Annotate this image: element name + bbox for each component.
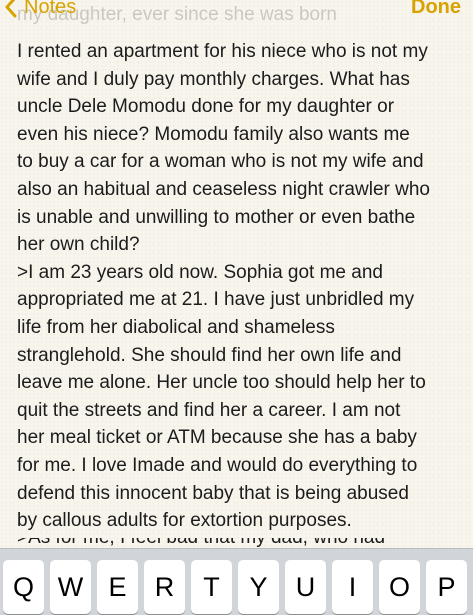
- key-i[interactable]: I: [332, 560, 373, 614]
- note-text-line: even his niece? Momodu family also wants…: [17, 123, 410, 145]
- key-o[interactable]: O: [379, 560, 420, 614]
- note-text-line: to buy a car for a woman who is not my w…: [17, 151, 424, 173]
- keyboard-row-top: QWERTYUIOP: [3, 560, 473, 614]
- done-button[interactable]: Done: [411, 0, 461, 20]
- key-p[interactable]: P: [426, 560, 467, 614]
- note-text-line: appropriated me at 21. I have just unbri…: [17, 289, 415, 311]
- note-text-line: uncle Dele Momodu done for my daughter o…: [17, 96, 395, 118]
- note-text-line: her own child?: [17, 234, 140, 256]
- chevron-left-icon: [5, 0, 17, 18]
- key-w[interactable]: W: [50, 560, 91, 614]
- note-text-line: leave me alone. Her uncle too should hel…: [17, 372, 426, 394]
- note-text-line: is unable and unwilling to mother or eve…: [17, 206, 416, 228]
- notes-page: Notes Done my daughter, ever since she w…: [0, 0, 473, 615]
- note-text-line: life from her diabolical and shameless: [17, 316, 335, 338]
- note-text-line: her meal ticket or ATM because she has a…: [17, 427, 417, 449]
- note-text-line: defend this innocent baby that is being …: [17, 482, 409, 504]
- note-text-line: >I am 23 years old now. Sophia got me an…: [17, 261, 383, 283]
- keyboard: QWERTYUIOP: [0, 548, 473, 615]
- note-text-line: quit the streets and find her a career. …: [17, 399, 401, 421]
- note-text-line: stranglehold. She should find her own li…: [17, 344, 402, 366]
- back-button-label: Notes: [24, 0, 77, 18]
- key-r[interactable]: R: [144, 560, 185, 614]
- key-t[interactable]: T: [191, 560, 232, 614]
- note-text-line: wife and I duly pay monthly charges. Wha…: [17, 68, 410, 90]
- note-body[interactable]: I rented an apartment for his niece who …: [17, 38, 469, 535]
- note-text-line: by callous adults for extortion purposes…: [17, 510, 352, 532]
- key-q[interactable]: Q: [3, 560, 44, 614]
- note-text-line: for me. I love Imade and would do everyt…: [17, 454, 418, 476]
- key-u[interactable]: U: [285, 560, 326, 614]
- note-text-line: I rented an apartment for his niece who …: [17, 41, 428, 62]
- back-button[interactable]: Notes: [4, 0, 76, 20]
- nav-bar: Notes Done: [0, 0, 473, 20]
- key-y[interactable]: Y: [238, 560, 279, 614]
- key-e[interactable]: E: [97, 560, 138, 614]
- note-text-line: also an habitual and ceaseless night cra…: [17, 178, 430, 200]
